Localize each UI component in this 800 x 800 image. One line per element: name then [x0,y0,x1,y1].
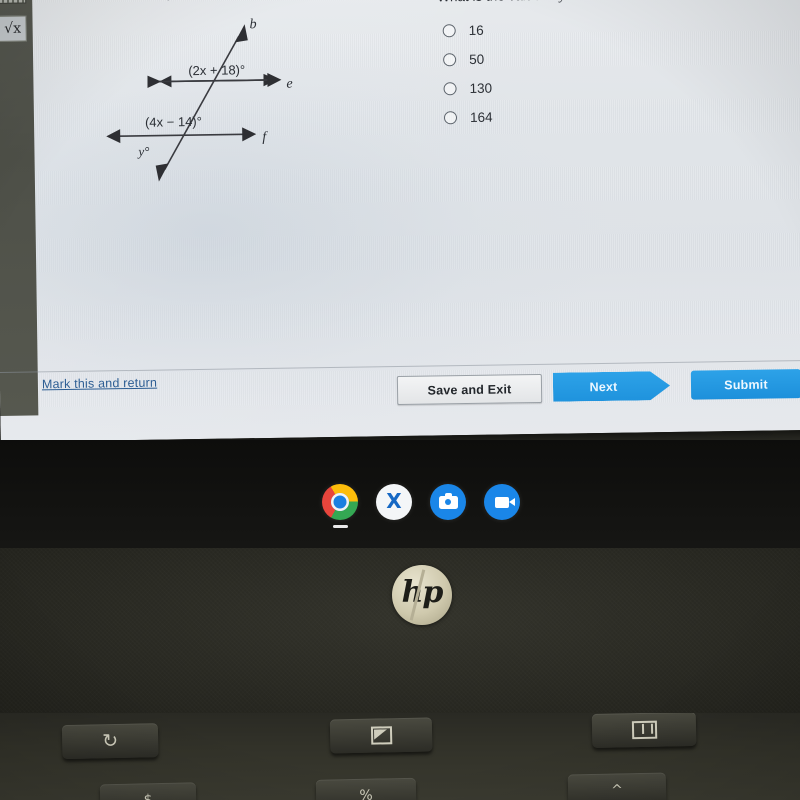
apps-grid-icon[interactable] [0,0,27,12]
parallel-lines-transversal-diagram: b e f (2x + 18)° (4x − 14)° y° [106,17,293,182]
keyboard-number-row: $ % ^ & * ( [0,758,800,800]
key-caret[interactable]: ^ [567,772,667,800]
key-overview[interactable] [591,713,697,749]
x-app-icon[interactable]: X [376,484,412,520]
key-caret-label: ^ [611,782,624,799]
line-e-body [159,79,272,83]
prompt-part-b: and [137,0,167,1]
label-b: b [249,17,256,32]
key-dollar[interactable]: $ [99,782,197,800]
camera-icon[interactable] [430,484,466,520]
hp-logo: hp [392,565,452,625]
video-glyph [495,496,515,508]
camera-glyph [438,492,458,509]
key-refresh[interactable]: ↻ [61,723,159,760]
question-column: What is the value of y? 16 50 130 164 [437,0,769,130]
line-b-body [164,35,240,170]
key-percent[interactable]: % [315,777,417,800]
radio-button[interactable] [443,111,458,125]
quiz-page: Parallel lines e and f are cut by transv… [32,0,800,415]
label-f: f [262,130,268,145]
x-app-icon-letter: X [386,489,402,513]
calculator-icon-label: √x [0,15,27,42]
radio-button[interactable] [442,24,456,38]
video-recorder-icon[interactable] [484,484,520,520]
line-f-arrow-left [106,129,121,144]
key-percent-label: % [359,787,373,800]
answer-choice-label: 16 [468,22,484,38]
line-e-arrow-right [267,72,282,87]
laptop-photo: √x Parallel lines e and f are cut by tra… [0,0,800,800]
laptop-keyboard: ↻ ✧ ✧ 🔇 $ % [0,713,800,800]
answer-choice[interactable]: 50 [438,43,768,73]
shelf-icon-row: X [322,482,532,528]
angle-label-bottom: (4x − 14)° [145,114,202,130]
chrome-active-indicator [333,525,348,528]
angle-label-y: y° [136,144,149,159]
radio-button[interactable] [443,82,457,96]
keyboard-function-row: ↻ ✧ ✧ 🔇 [0,713,800,760]
answer-choice[interactable]: 16 [438,14,768,44]
calculator-icon[interactable]: √x [0,15,27,42]
submit-button[interactable]: Submit [690,369,800,400]
line-f-arrow-right [242,127,257,142]
angle-label-top: (2x + 18)° [188,62,245,78]
question-part-a: What is the value of [437,0,560,4]
answer-choice[interactable]: 130 [438,72,768,102]
key-dollar-label: $ [144,792,153,800]
question-part-b: ? [565,0,573,3]
save-and-exit-button[interactable]: Save and Exit [396,373,543,406]
next-button[interactable]: Next [553,371,670,402]
mark-this-and-return-link[interactable]: Mark this and return [42,376,157,392]
label-e: e [286,77,292,92]
answer-choice-label: 164 [469,109,493,125]
prompt-part-a: Parallel lines [51,0,132,2]
key-fullscreen[interactable] [329,717,433,754]
laptop-screen: √x Parallel lines e and f are cut by tra… [0,0,800,442]
chrome-icon[interactable] [322,484,358,528]
answer-choice[interactable]: 164 [439,101,769,131]
line-b-arrow-top [234,24,248,43]
prompt-text: Parallel lines e and f are cut by transv… [51,0,318,3]
line-b-arrow-bottom [155,163,169,182]
answer-choice-label: 130 [469,80,493,96]
radio-button[interactable] [443,53,457,67]
answer-choice-label: 50 [469,51,485,67]
line-f-body [116,133,245,138]
